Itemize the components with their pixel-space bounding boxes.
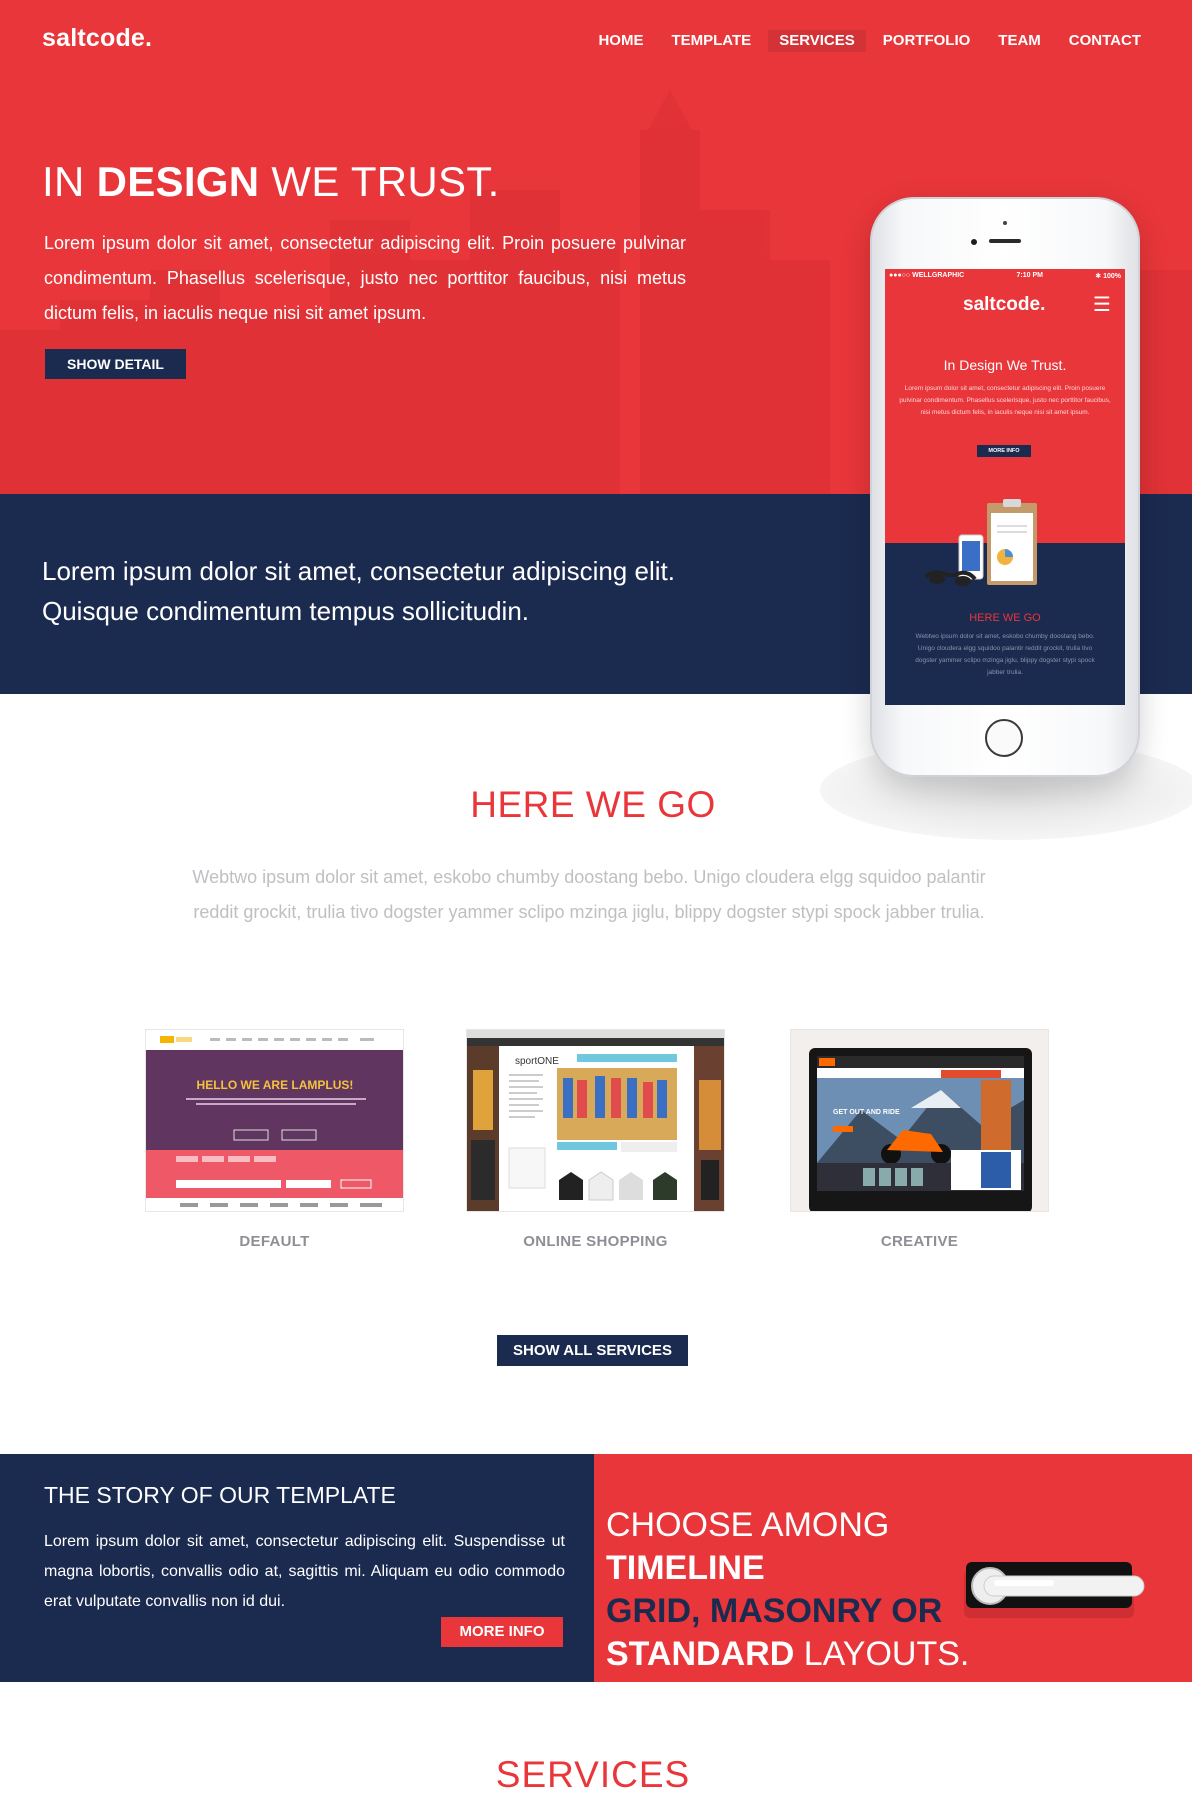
phone-more-info-button: MORE INFO — [977, 445, 1031, 457]
layouts-section: CHOOSE AMONG TIMELINE GRID, MASONRY OR S… — [594, 1454, 1192, 1682]
door-handle-illustration-icon — [964, 1562, 1145, 1618]
nav-item-services[interactable]: SERVICES — [768, 30, 866, 52]
nav-item-portfolio[interactable]: PORTFOLIO — [872, 30, 982, 52]
shopping-card-headline: sportONE — [515, 1056, 559, 1067]
creative-template-preview: GET OUT AND RIDE — [791, 1030, 1048, 1211]
clipboard-illustration-icon — [925, 499, 1037, 586]
template-card-creative-label[interactable]: CREATIVE — [790, 1233, 1049, 1250]
default-template-preview: HELLO WE ARE LAMPLUS! — [146, 1030, 403, 1211]
hero-title-pre: IN — [42, 158, 97, 205]
template-card-creative[interactable]: GET OUT AND RIDE — [790, 1029, 1049, 1212]
here-we-go-text: Webtwo ipsum dolor sit amet, eskobo chum… — [192, 867, 986, 922]
services-title: SERVICES — [495, 1754, 691, 1795]
template-card-default[interactable]: HELLO WE ARE LAMPLUS! — [145, 1029, 404, 1212]
nav-item-team[interactable]: TEAM — [987, 30, 1052, 52]
phone-camera — [971, 239, 977, 245]
phone-speaker — [989, 239, 1021, 243]
layouts-headline-grid-masonry: GRID, MASONRY OR — [606, 1592, 943, 1630]
brand-logo[interactable]: saltcode. — [42, 24, 152, 53]
phone-sensor — [1003, 221, 1007, 225]
main-nav: HOME TEMPLATE SERVICES PORTFOLIO TEAM CO… — [587, 30, 1152, 52]
phone-screen: ●●●○○ WELLGRAPHIC 7:10 PM ✱ 100% saltcod… — [885, 269, 1125, 705]
hero-title-post: WE TRUST. — [259, 158, 500, 205]
phone-status-bar: ●●●○○ WELLGRAPHIC 7:10 PM ✱ 100% — [885, 269, 1125, 283]
phone-section-heading: HERE WE GO — [969, 612, 1041, 624]
nav-item-template[interactable]: TEMPLATE — [660, 30, 762, 52]
hero-title-bold: DESIGN — [96, 158, 260, 205]
creative-card-headline: GET OUT AND RIDE — [833, 1109, 900, 1116]
phone-carrier: ●●●○○ WELLGRAPHIC — [889, 272, 965, 279]
story-text: Lorem ipsum dolor sit amet, consectetur … — [44, 1533, 565, 1610]
hero-title: IN DESIGN WE TRUST. — [42, 158, 500, 206]
hero-text: Lorem ipsum dolor sit amet, consectetur … — [44, 233, 686, 323]
phone-battery: ✱ 100% — [1095, 273, 1121, 280]
layouts-headline-part-1: CHOOSE AMONG — [606, 1506, 890, 1544]
phone-section-text: Webtwo ipsum dolor sit amet, eskobo chum… — [915, 633, 1095, 676]
hamburger-menu-icon: ☰ — [1093, 294, 1111, 316]
layouts-headline-timeline: TIMELINE — [606, 1549, 765, 1587]
phone-mockup: ●●●○○ WELLGRAPHIC 7:10 PM ✱ 100% saltcod… — [870, 197, 1140, 777]
phone-home-button — [985, 719, 1023, 757]
phone-hero-title: In Design We Trust. — [943, 357, 1067, 373]
layouts-headline-standard: STANDARD — [606, 1635, 795, 1673]
phone-logo: saltcode. — [963, 294, 1046, 315]
intro-band-text: Lorem ipsum dolor sit amet, consectetur … — [42, 556, 675, 626]
layouts-headline-part-2: LAYOUTS. — [794, 1635, 970, 1673]
story-section: THE STORY OF OUR TEMPLATE Lorem ipsum do… — [0, 1454, 594, 1682]
phone-hero-text: Lorem ipsum dolor sit amet, consectetur … — [899, 385, 1111, 416]
nav-item-home[interactable]: HOME — [587, 30, 654, 52]
show-all-services-button[interactable]: SHOW ALL SERVICES — [497, 1335, 688, 1366]
show-detail-button[interactable]: SHOW DETAIL — [45, 349, 186, 379]
default-card-headline: HELLO WE ARE LAMPLUS! — [197, 1078, 354, 1092]
story-title: THE STORY OF OUR TEMPLATE — [44, 1482, 396, 1508]
template-card-default-label[interactable]: DEFAULT — [145, 1233, 404, 1250]
template-card-online-shopping[interactable]: sportONE — [466, 1029, 725, 1212]
shopping-template-preview: sportONE — [467, 1030, 724, 1211]
phone-time: 7:10 PM — [1016, 272, 1043, 279]
here-we-go-title: HERE WE GO — [470, 784, 716, 825]
template-card-online-shopping-label[interactable]: ONLINE SHOPPING — [466, 1233, 725, 1250]
more-info-button[interactable]: MORE INFO — [441, 1617, 563, 1647]
nav-item-contact[interactable]: CONTACT — [1058, 30, 1152, 52]
